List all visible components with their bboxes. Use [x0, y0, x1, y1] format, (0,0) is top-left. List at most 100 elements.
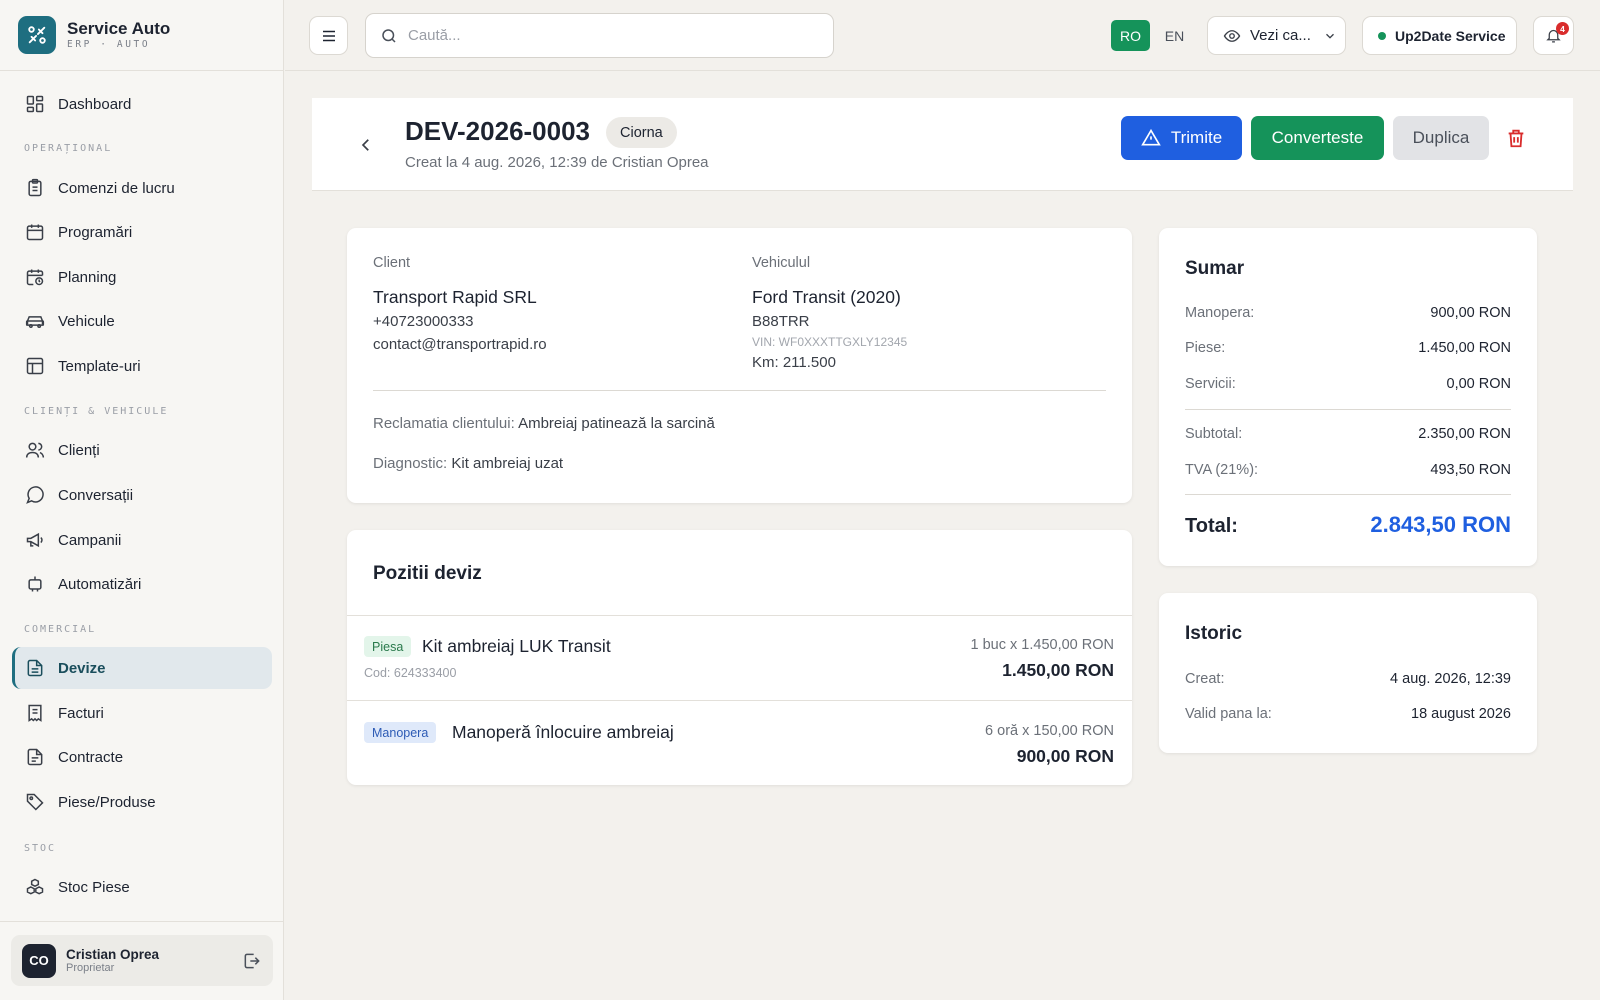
- total-value: 2.843,50 RON: [1370, 512, 1511, 537]
- vehicle-name[interactable]: Ford Transit (2020): [752, 287, 901, 308]
- user-role: Proprietar: [66, 962, 115, 974]
- services-label: Servicii:: [1185, 376, 1236, 392]
- status-badge: Ciorna: [606, 117, 677, 148]
- boxes-icon: [26, 878, 44, 895]
- notifications-button[interactable]: 4: [1533, 16, 1574, 55]
- history-card: Istoric Creat: 4 aug. 2026, 12:39 Valid …: [1159, 593, 1537, 753]
- total-label: Total:: [1185, 515, 1238, 537]
- send-button[interactable]: Trimite: [1121, 116, 1242, 160]
- sidebar-item-planning[interactable]: Planning: [12, 256, 272, 298]
- sidebar-item-label: Facturi: [58, 704, 104, 722]
- sidebar-item-automations[interactable]: Automatizări: [12, 563, 272, 605]
- chat-icon: [26, 486, 44, 504]
- topbar: RO EN Vezi ca... Up2Date Service 4: [285, 0, 1600, 71]
- sidebar-item-label: Automatizări: [58, 575, 142, 593]
- lang-ro-button[interactable]: RO: [1111, 20, 1150, 51]
- sidebar-item-label: Devize: [58, 659, 106, 677]
- history-row-created: Creat: 4 aug. 2026, 12:39: [1185, 671, 1511, 687]
- divider: [347, 700, 1132, 701]
- service-name: Up2Date Service: [1395, 27, 1506, 44]
- brand[interactable]: Service Auto ERP · AUTO: [0, 0, 283, 71]
- eye-icon: [1223, 29, 1241, 42]
- subtotal-label: Subtotal:: [1185, 426, 1243, 442]
- warning-icon: [1141, 128, 1161, 146]
- sidebar-item-work-orders[interactable]: Comenzi de lucru: [12, 167, 272, 209]
- client-vehicle-card: Client Transport Rapid SRL +40723000333 …: [347, 228, 1132, 503]
- chevron-left-icon: [361, 139, 369, 151]
- user-name: Cristian Oprea: [66, 947, 160, 962]
- section-operational: OPERAȚIONAL: [24, 143, 113, 154]
- duplicate-button[interactable]: Duplica: [1393, 116, 1489, 160]
- item-total: 1.450,00 RON: [1002, 660, 1114, 680]
- created-value: 4 aug. 2026, 12:39: [1390, 671, 1511, 687]
- sidebar-item-label: Dashboard: [58, 95, 132, 113]
- brand-title: Service Auto: [67, 19, 171, 38]
- sidebar-item-label: Piese/Produse: [58, 793, 156, 811]
- history-title: Istoric: [1185, 623, 1243, 644]
- sidebar-item-templates[interactable]: Template-uri: [12, 345, 272, 387]
- sidebar-item-clients[interactable]: Clienți: [12, 429, 272, 471]
- service-selector[interactable]: Up2Date Service: [1362, 16, 1517, 55]
- view-as-dropdown[interactable]: Vezi ca...: [1207, 16, 1346, 55]
- search-box[interactable]: [365, 13, 834, 58]
- calendar-clock-icon: [26, 269, 44, 286]
- contract-icon: [27, 748, 43, 766]
- item-code: Cod: 624333400: [364, 666, 457, 680]
- valid-label: Valid pana la:: [1185, 706, 1272, 722]
- sidebar-item-label: Vehicule: [58, 312, 115, 330]
- convert-button[interactable]: Converteste: [1251, 116, 1384, 160]
- sidebar-item-quotes[interactable]: Devize: [12, 647, 272, 689]
- dashboard-icon: [26, 95, 44, 113]
- sidebar-item-vehicles[interactable]: Vehicule: [12, 300, 272, 342]
- subtotal-value: 2.350,00 RON: [1418, 426, 1511, 442]
- sidebar-item-label: Planning: [58, 268, 117, 286]
- document-icon: [27, 659, 43, 677]
- sidebar-item-appointments[interactable]: Programări: [12, 211, 272, 253]
- vehicle-vin: VIN: WF0XXXTTGXLY12345: [752, 335, 908, 349]
- trash-icon[interactable]: [1505, 126, 1527, 150]
- vehicle-km: Km: 211.500: [752, 354, 836, 371]
- client-phone[interactable]: +40723000333: [373, 313, 474, 330]
- megaphone-icon: [26, 532, 43, 548]
- divider: [1185, 409, 1511, 410]
- summary-row-total: Total: 2.843,50 RON: [1185, 512, 1511, 538]
- sidebar-item-label: Template-uri: [58, 357, 141, 375]
- client-email[interactable]: contact@transportrapid.ro: [373, 336, 547, 353]
- calendar-icon: [26, 224, 44, 241]
- divider: [373, 390, 1106, 391]
- logout-icon[interactable]: [242, 951, 262, 971]
- sidebar-item-parts[interactable]: Piese/Produse: [12, 781, 272, 823]
- complaint-value: Ambreiaj patinează la sarcină: [518, 415, 715, 432]
- history-row-valid: Valid pana la: 18 august 2026: [1185, 706, 1511, 722]
- sidebar-item-campaigns[interactable]: Campanii: [12, 519, 272, 561]
- user-card[interactable]: CO Cristian Oprea Proprietar: [11, 935, 273, 986]
- sidebar-item-contracts[interactable]: Contracte: [12, 736, 272, 778]
- avatar: CO: [22, 943, 56, 978]
- page-title: DEV-2026-0003: [405, 116, 591, 146]
- clipboard-icon: [28, 178, 42, 197]
- valid-value: 18 august 2026: [1411, 706, 1511, 722]
- labor-label: Manopera:: [1185, 305, 1255, 321]
- sidebar-item-stock-parts[interactable]: Stoc Piese: [12, 866, 272, 908]
- menu-button[interactable]: [309, 16, 348, 55]
- client-label: Client: [373, 255, 411, 271]
- item-type-badge: Manopera: [364, 722, 437, 743]
- sidebar-item-label: Conversații: [58, 486, 134, 504]
- client-name[interactable]: Transport Rapid SRL: [373, 287, 537, 308]
- summary-row-subtotal: Subtotal: 2.350,00 RON: [1185, 426, 1511, 442]
- sidebar-item-invoices[interactable]: Facturi: [12, 692, 272, 734]
- item-qty: 6 oră x 150,00 RON: [985, 723, 1114, 739]
- status-dot: [1378, 31, 1386, 40]
- diagnostic-row: Diagnostic: Kit ambreiaj uzat: [373, 455, 563, 472]
- item-total: 900,00 RON: [1016, 746, 1114, 766]
- complaint-label: Reclamatia clientului:: [373, 415, 515, 432]
- sidebar-item-dashboard[interactable]: Dashboard: [12, 83, 272, 125]
- sidebar-item-conversations[interactable]: Conversații: [12, 474, 272, 516]
- summary-row-labor: Manopera: 900,00 RON: [1185, 305, 1511, 321]
- chevron-down-icon: [1325, 33, 1334, 39]
- lang-en-button[interactable]: EN: [1155, 20, 1194, 51]
- search-icon: [382, 28, 396, 43]
- search-input[interactable]: [408, 27, 808, 44]
- back-button[interactable]: [352, 131, 380, 159]
- item-name: Manoperă înlocuire ambreiaj: [452, 722, 674, 742]
